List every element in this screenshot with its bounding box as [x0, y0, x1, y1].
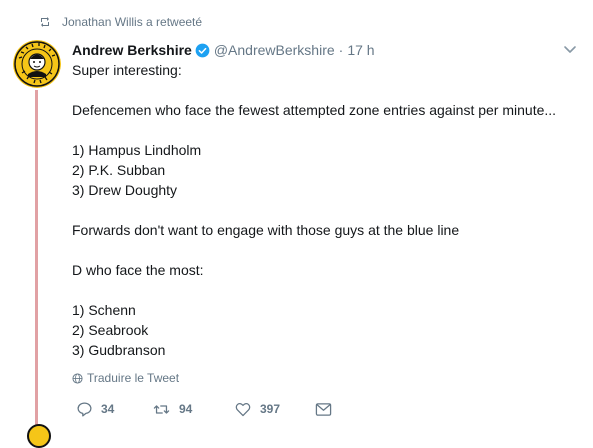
tweet-text-line	[72, 240, 572, 260]
avatar-logo-icon	[13, 40, 61, 88]
globe-icon	[72, 372, 83, 384]
chevron-down-icon[interactable]	[563, 42, 577, 56]
tweet-text-line	[72, 80, 572, 100]
tweet-text-line: Defencemen who face the fewest attempted…	[72, 102, 557, 118]
direct-message-button[interactable]	[315, 398, 340, 420]
tweet-text-line	[72, 200, 572, 220]
tweet-timestamp[interactable]: 17 h	[347, 42, 374, 58]
tweet-text-line: 3) Drew Doughty	[72, 182, 178, 198]
retweet-context: Jonathan Willis a retweeté	[38, 14, 202, 30]
reply-icon	[77, 401, 92, 417]
tweet-text-line	[72, 120, 572, 140]
retweet-icon	[41, 17, 49, 27]
tweet-actions: 34 94 397	[72, 398, 352, 420]
retweet-button[interactable]: 94	[152, 398, 192, 420]
avatar[interactable]	[13, 40, 61, 88]
retweet-icon	[153, 404, 170, 414]
translate-tweet-link[interactable]: Traduire le Tweet	[72, 369, 179, 387]
tweet-text-line	[72, 280, 572, 300]
heart-icon	[235, 402, 251, 416]
like-count: 397	[260, 402, 281, 416]
tweet-text-line: 2) P.K. Subban	[72, 162, 166, 178]
tweet-text-line: Super interesting:	[72, 62, 182, 78]
tweet-text-line: 1) Hampus Lindholm	[72, 142, 202, 158]
tweet-text-line: 3) Gudbranson	[72, 342, 166, 358]
author-handle[interactable]: @AndrewBerkshire	[214, 42, 335, 58]
header-separator: ·	[338, 42, 344, 58]
like-button[interactable]: 397	[234, 398, 280, 420]
tweet-text-line: Forwards don't want to engage with those…	[72, 222, 460, 238]
verified-badge-icon	[195, 43, 210, 57]
reply-button[interactable]: 34	[76, 398, 114, 420]
thread-line	[35, 90, 38, 430]
author-name[interactable]: Andrew Berkshire	[72, 42, 192, 58]
reply-count: 34	[101, 402, 115, 416]
retweet-count: 94	[179, 402, 193, 416]
envelope-icon	[315, 402, 332, 416]
retweet-context-text[interactable]: Jonathan Willis a retweeté	[62, 15, 202, 29]
tweet-text: Super interesting: Defencemen who face t…	[72, 60, 572, 360]
tweet-text-line: 1) Schenn	[72, 302, 136, 318]
tweet-text-line: D who face the most:	[72, 262, 204, 278]
next-tweet-avatar[interactable]	[27, 424, 51, 448]
tweet-header: Andrew Berkshire @AndrewBerkshire · 17 h	[72, 40, 573, 60]
translate-tweet-label[interactable]: Traduire le Tweet	[87, 371, 179, 385]
tweet-text-line: 2) Seabrook	[72, 322, 149, 338]
